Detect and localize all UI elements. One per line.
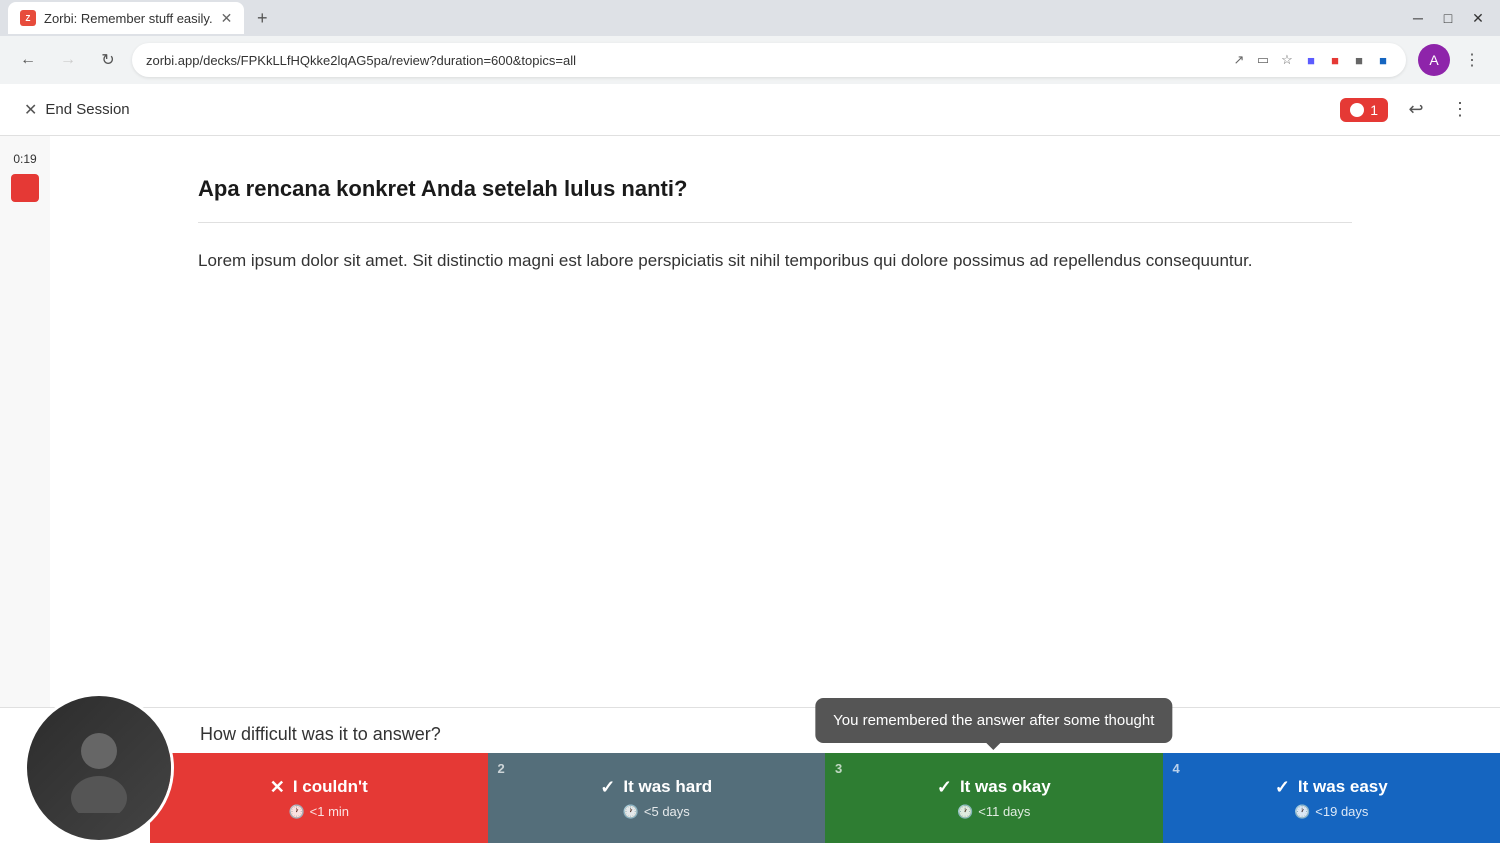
rating-button-4[interactable]: 4 ✓ It was easy 🕐 <19 days <box>1163 753 1500 843</box>
btn-3-days-text: <11 days <box>978 804 1030 819</box>
btn-1-days-text: <1 min <box>310 804 349 819</box>
x-mark-icon: ✕ <box>270 777 285 798</box>
toolbar-right: 1 ↩ ⋮ <box>1340 94 1476 126</box>
card-question: Apa rencana konkret Anda setelah lulus n… <box>198 176 1352 202</box>
check-icon-3: ✓ <box>937 777 952 798</box>
app-content: ✕ End Session 1 ↩ ⋮ 0:19 Apa rencana kon… <box>0 84 1500 843</box>
new-tab-button[interactable]: + <box>248 4 276 32</box>
undo-button[interactable]: ↩ <box>1400 94 1432 126</box>
rating-button-3[interactable]: 3 You remembered the answer after some t… <box>825 753 1163 843</box>
url-text: zorbi.app/decks/FPKkLLfHQkke2lqAG5pa/rev… <box>146 53 1222 68</box>
btn-2-days: 🕐 <5 days <box>623 804 690 820</box>
clock-icon-4: 🕐 <box>1294 804 1310 820</box>
btn-1-text: I couldn't <box>293 777 368 797</box>
more-options-button[interactable]: ⋮ <box>1456 44 1488 76</box>
btn-3-text: It was okay <box>960 777 1051 797</box>
btn-2-days-text: <5 days <box>644 804 690 819</box>
minimize-icon[interactable]: ─ <box>1404 4 1432 32</box>
clock-icon-3: 🕐 <box>957 804 973 820</box>
forward-button[interactable]: → <box>52 44 84 76</box>
maximize-icon[interactable]: □ <box>1434 4 1462 32</box>
btn-number-2: 2 <box>498 761 505 776</box>
btn-1-days: 🕐 <1 min <box>288 804 349 820</box>
btn-3-days: 🕐 <11 days <box>957 804 1030 820</box>
profile-button[interactable]: A <box>1418 44 1450 76</box>
card-container: Apa rencana konkret Anda setelah lulus n… <box>150 136 1400 707</box>
record-count: 1 <box>1370 102 1378 118</box>
back-button[interactable]: ← <box>12 44 44 76</box>
reload-button[interactable]: ↻ <box>92 44 124 76</box>
more-button[interactable]: ⋮ <box>1444 94 1476 126</box>
card-divider <box>198 222 1352 223</box>
card-answer: Lorem ipsum dolor sit amet. Sit distinct… <box>198 247 1352 274</box>
clock-icon-2: 🕐 <box>623 804 639 820</box>
extension-icon-3[interactable]: ■ <box>1350 51 1368 69</box>
close-window-icon[interactable]: ✕ <box>1464 4 1492 32</box>
btn-number-3: 3 <box>835 761 842 776</box>
record-button[interactable]: 1 <box>1340 98 1388 122</box>
difficulty-prompt: How difficult was it to answer? <box>0 708 1500 753</box>
main-area: 0:19 Apa rencana konkret Anda setelah lu… <box>0 136 1500 707</box>
tab-bar: Z Zorbi: Remember stuff easily. ✕ + ─ □ … <box>0 0 1500 36</box>
clock-icon-1: 🕐 <box>288 804 304 820</box>
extension-icon-1[interactable]: ■ <box>1302 51 1320 69</box>
extension-icon-2[interactable]: ■ <box>1326 51 1344 69</box>
webcam-placeholder <box>27 696 171 840</box>
answer-buttons: ✕ I couldn't 🕐 <1 min 2 ✓ It was hard 🕐 … <box>150 753 1500 843</box>
rating-button-1[interactable]: ✕ I couldn't 🕐 <1 min <box>150 753 488 843</box>
cast-icon[interactable]: ▭ <box>1254 51 1272 69</box>
address-bar-row: ← → ↻ zorbi.app/decks/FPKkLLfHQkke2lqAG5… <box>0 36 1500 84</box>
app-toolbar: ✕ End Session 1 ↩ ⋮ <box>0 84 1500 136</box>
btn-label-4: ✓ It was easy <box>1275 777 1388 798</box>
url-bar[interactable]: zorbi.app/decks/FPKkLLfHQkke2lqAG5pa/rev… <box>132 43 1406 77</box>
timer-sidebar: 0:19 <box>0 136 50 707</box>
timer-display: 0:19 <box>13 152 36 166</box>
tab-close-icon[interactable]: ✕ <box>221 10 233 27</box>
rating-button-2[interactable]: 2 ✓ It was hard 🕐 <5 days <box>488 753 826 843</box>
webcam-overlay <box>24 693 174 843</box>
end-session-label: End Session <box>45 101 129 118</box>
x-icon: ✕ <box>24 100 37 120</box>
btn-4-days: 🕐 <19 days <box>1294 804 1368 820</box>
btn-4-text: It was easy <box>1298 777 1388 797</box>
external-link-icon[interactable]: ↗ <box>1230 51 1248 69</box>
check-icon-4: ✓ <box>1275 777 1290 798</box>
btn-label-2: ✓ It was hard <box>600 777 712 798</box>
tab-title: Zorbi: Remember stuff easily. <box>44 11 213 26</box>
btn-label-1: ✕ I couldn't <box>270 777 368 798</box>
url-icons: ↗ ▭ ☆ ■ ■ ■ ■ <box>1230 51 1392 69</box>
end-session-button[interactable]: ✕ End Session <box>24 100 130 120</box>
btn-label-3: ✓ It was okay <box>937 777 1051 798</box>
browser-toolbar-right: A ⋮ <box>1418 44 1488 76</box>
btn-2-text: It was hard <box>623 777 712 797</box>
bottom-section: How difficult was it to answer? ✕ I coul… <box>0 707 1500 843</box>
bookmark-icon[interactable]: ☆ <box>1278 51 1296 69</box>
active-tab[interactable]: Z Zorbi: Remember stuff easily. ✕ <box>8 2 244 34</box>
browser-chrome: Z Zorbi: Remember stuff easily. ✕ + ─ □ … <box>0 0 1500 84</box>
record-icon <box>1350 103 1364 117</box>
extension-icon-4[interactable]: ■ <box>1374 51 1392 69</box>
window-controls: ─ □ ✕ <box>1404 4 1492 32</box>
btn-4-days-text: <19 days <box>1315 804 1368 819</box>
btn-number-4: 4 <box>1173 761 1180 776</box>
check-icon-2: ✓ <box>600 777 615 798</box>
timer-stop-button[interactable] <box>11 174 39 202</box>
tab-favicon: Z <box>20 10 36 26</box>
